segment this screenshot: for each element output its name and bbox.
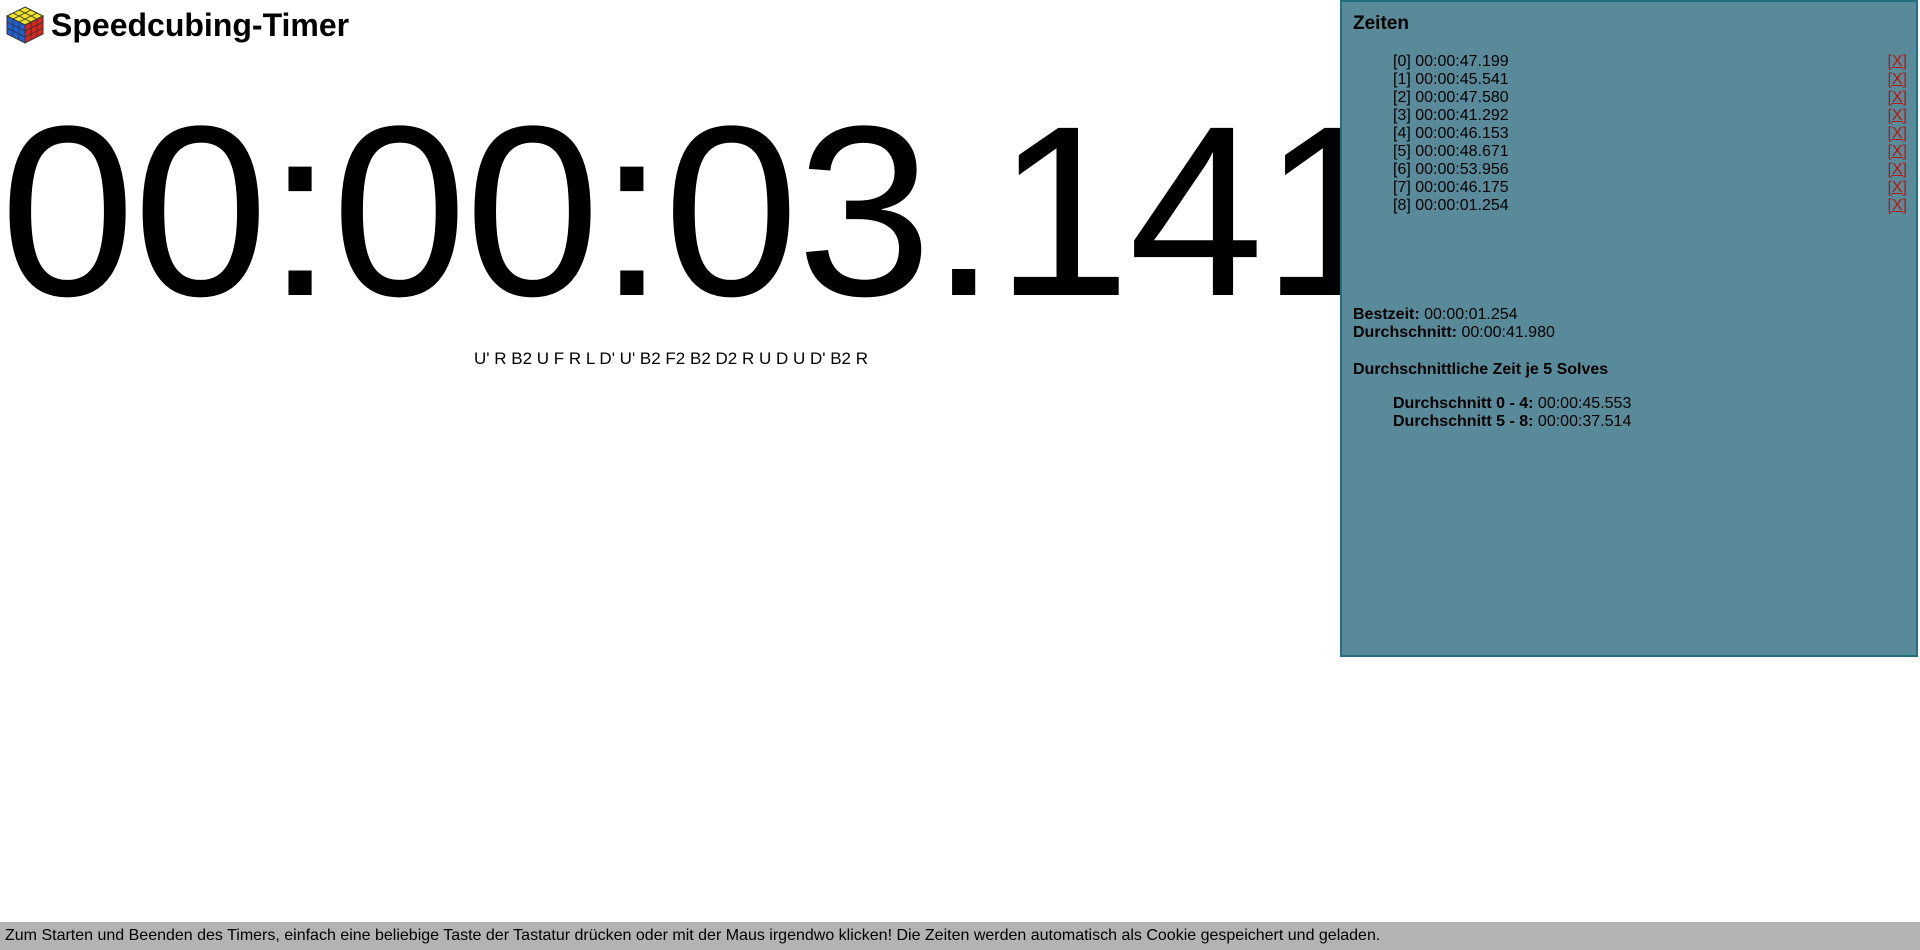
per5-average-value: 00:00:37.514 bbox=[1537, 413, 1632, 430]
average-row: Durchschnitt: 00:00:41.980 bbox=[1353, 324, 1555, 342]
delete-time-link[interactable]: [X] bbox=[1887, 71, 1907, 89]
best-time-label: Bestzeit: bbox=[1353, 306, 1420, 323]
time-row: [1] 00:00:45.541 [X] bbox=[1393, 71, 1907, 89]
delete-time-link[interactable]: [X] bbox=[1887, 161, 1907, 179]
per5-average-label: Durchschnitt 5 - 8: bbox=[1393, 413, 1534, 430]
delete-time-link[interactable]: [X] bbox=[1887, 53, 1907, 71]
time-row: [2] 00:00:47.580 [X] bbox=[1393, 89, 1907, 107]
panel-heading: Zeiten bbox=[1353, 13, 1409, 34]
times-panel: Zeiten [0] 00:00:47.199 [X] [1] 00:00:45… bbox=[1340, 0, 1918, 657]
footer-hint: Zum Starten und Beenden des Timers, einf… bbox=[0, 922, 1920, 950]
delete-time-link[interactable]: [X] bbox=[1887, 143, 1907, 161]
per5-averages: Durchschnitt 0 - 4: 00:00:45.553 Durchsc… bbox=[1393, 395, 1631, 431]
time-entry: [1] 00:00:45.541 bbox=[1393, 71, 1509, 88]
per5-average-value: 00:00:45.553 bbox=[1537, 395, 1632, 412]
average-value: 00:00:41.980 bbox=[1461, 324, 1555, 341]
time-row: [7] 00:00:46.175 [X] bbox=[1393, 179, 1907, 197]
best-time-value: 00:00:01.254 bbox=[1424, 306, 1518, 323]
time-row: [3] 00:00:41.292 [X] bbox=[1393, 107, 1907, 125]
per5-average-label: Durchschnitt 0 - 4: bbox=[1393, 395, 1534, 412]
time-entry: [7] 00:00:46.175 bbox=[1393, 179, 1509, 196]
time-row: [4] 00:00:46.153 [X] bbox=[1393, 125, 1907, 143]
time-row: [5] 00:00:48.671 [X] bbox=[1393, 143, 1907, 161]
stats-summary: Bestzeit: 00:00:01.254 Durchschnitt: 00:… bbox=[1353, 306, 1555, 342]
app-title: Speedcubing-Timer bbox=[51, 7, 350, 43]
time-row: [8] 00:00:01.254 [X] bbox=[1393, 197, 1907, 215]
time-entry: [8] 00:00:01.254 bbox=[1393, 197, 1509, 214]
delete-time-link[interactable]: [X] bbox=[1887, 107, 1907, 125]
per5-heading: Durchschnittliche Zeit je 5 Solves bbox=[1353, 361, 1609, 378]
per5-average-row: Durchschnitt 5 - 8: 00:00:37.514 bbox=[1393, 413, 1631, 431]
scramble-text: U' R B2 U F R L D' U' B2 F2 B2 D2 R U D … bbox=[474, 349, 868, 368]
time-entry: [2] 00:00:47.580 bbox=[1393, 89, 1509, 106]
time-entry: [6] 00:00:53.956 bbox=[1393, 161, 1509, 178]
rubiks-cube-icon bbox=[5, 6, 45, 44]
times-list: [0] 00:00:47.199 [X] [1] 00:00:45.541 [X… bbox=[1393, 53, 1907, 215]
time-row: [0] 00:00:47.199 [X] bbox=[1393, 53, 1907, 71]
header: Speedcubing-Timer bbox=[5, 5, 349, 45]
time-entry: [4] 00:00:46.153 bbox=[1393, 125, 1509, 142]
delete-time-link[interactable]: [X] bbox=[1887, 89, 1907, 107]
average-label: Durchschnitt: bbox=[1353, 324, 1457, 341]
per5-average-row: Durchschnitt 0 - 4: 00:00:45.553 bbox=[1393, 395, 1631, 413]
time-entry: [3] 00:00:41.292 bbox=[1393, 107, 1509, 124]
timer-display[interactable]: 00:00:03.141 bbox=[0, 90, 1397, 333]
best-time-row: Bestzeit: 00:00:01.254 bbox=[1353, 306, 1555, 324]
time-row: [6] 00:00:53.956 [X] bbox=[1393, 161, 1907, 179]
delete-time-link[interactable]: [X] bbox=[1887, 179, 1907, 197]
time-entry: [5] 00:00:48.671 bbox=[1393, 143, 1509, 160]
delete-time-link[interactable]: [X] bbox=[1887, 125, 1907, 143]
delete-time-link[interactable]: [X] bbox=[1887, 197, 1907, 215]
time-entry: [0] 00:00:47.199 bbox=[1393, 53, 1509, 70]
page[interactable]: Speedcubing-Timer 00:00:03.141 U' R B2 U… bbox=[0, 0, 1920, 950]
